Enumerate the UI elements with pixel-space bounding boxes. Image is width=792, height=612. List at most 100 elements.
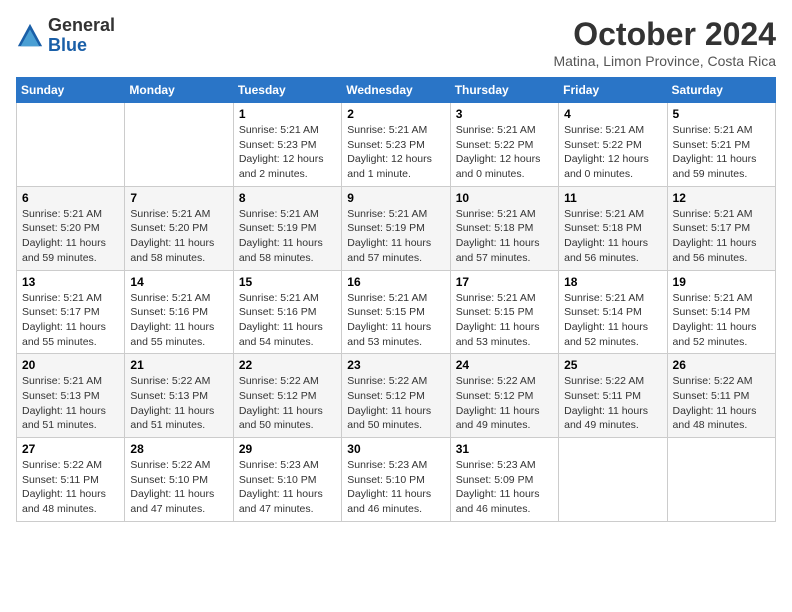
day-number: 20 [22, 358, 119, 372]
day-number: 17 [456, 275, 553, 289]
day-info: Sunrise: 5:22 AM Sunset: 5:12 PM Dayligh… [239, 374, 336, 433]
day-number: 6 [22, 191, 119, 205]
calendar-cell: 18 Sunrise: 5:21 AM Sunset: 5:14 PM Dayli… [559, 270, 667, 354]
day-number: 26 [673, 358, 770, 372]
location: Matina, Limon Province, Costa Rica [553, 53, 776, 69]
weekday-header: Monday [125, 78, 233, 103]
day-info: Sunrise: 5:21 AM Sunset: 5:22 PM Dayligh… [456, 123, 553, 182]
calendar-cell [559, 438, 667, 522]
calendar-cell [17, 103, 125, 187]
calendar-cell: 27Sunrise: 5:22 AM Sunset: 5:11 PM Dayli… [17, 438, 125, 522]
calendar-cell: 29 Sunrise: 5:23 AM Sunset: 5:10 PM Dayli… [233, 438, 341, 522]
day-number: 18 [564, 275, 661, 289]
calendar-cell: 12Sunrise: 5:21 AM Sunset: 5:17 PM Dayli… [667, 186, 775, 270]
day-info: Sunrise: 5:21 AM Sunset: 5:20 PM Dayligh… [22, 207, 119, 266]
weekday-header: Wednesday [342, 78, 450, 103]
day-info: Sunrise: 5:21 AM Sunset: 5:16 PM Dayligh… [239, 291, 336, 350]
calendar-cell: 17 Sunrise: 5:21 AM Sunset: 5:15 PM Dayli… [450, 270, 558, 354]
day-number: 28 [130, 442, 227, 456]
day-info: Sunrise: 5:21 AM Sunset: 5:15 PM Dayligh… [347, 291, 444, 350]
calendar-cell: 25 Sunrise: 5:22 AM Sunset: 5:11 PM Dayli… [559, 354, 667, 438]
calendar-cell [667, 438, 775, 522]
day-number: 21 [130, 358, 227, 372]
day-info: Sunrise: 5:21 AM Sunset: 5:21 PM Dayligh… [673, 123, 770, 182]
calendar-cell: 23Sunrise: 5:22 AM Sunset: 5:12 PM Dayli… [342, 354, 450, 438]
day-info: Sunrise: 5:21 AM Sunset: 5:23 PM Dayligh… [347, 123, 444, 182]
calendar-cell: 4 Sunrise: 5:21 AM Sunset: 5:22 PM Daylig… [559, 103, 667, 187]
calendar-cell: 26Sunrise: 5:22 AM Sunset: 5:11 PM Dayli… [667, 354, 775, 438]
day-info: Sunrise: 5:22 AM Sunset: 5:12 PM Dayligh… [456, 374, 553, 433]
calendar-cell: 20Sunrise: 5:21 AM Sunset: 5:13 PM Dayli… [17, 354, 125, 438]
calendar-cell: 14Sunrise: 5:21 AM Sunset: 5:16 PM Dayli… [125, 270, 233, 354]
calendar-cell: 21 Sunrise: 5:22 AM Sunset: 5:13 PM Dayli… [125, 354, 233, 438]
calendar-cell: 28Sunrise: 5:22 AM Sunset: 5:10 PM Dayli… [125, 438, 233, 522]
weekday-header: Saturday [667, 78, 775, 103]
day-number: 19 [673, 275, 770, 289]
day-info: Sunrise: 5:21 AM Sunset: 5:23 PM Dayligh… [239, 123, 336, 182]
weekday-header: Sunday [17, 78, 125, 103]
month-title: October 2024 [553, 16, 776, 53]
logo: General Blue [16, 16, 115, 56]
day-info: Sunrise: 5:21 AM Sunset: 5:17 PM Dayligh… [22, 291, 119, 350]
day-info: Sunrise: 5:21 AM Sunset: 5:18 PM Dayligh… [456, 207, 553, 266]
calendar-cell [125, 103, 233, 187]
day-info: Sunrise: 5:22 AM Sunset: 5:11 PM Dayligh… [22, 458, 119, 517]
day-number: 9 [347, 191, 444, 205]
day-number: 5 [673, 107, 770, 121]
day-number: 13 [22, 275, 119, 289]
calendar-cell: 7 Sunrise: 5:21 AM Sunset: 5:20 PM Daylig… [125, 186, 233, 270]
day-info: Sunrise: 5:23 AM Sunset: 5:10 PM Dayligh… [239, 458, 336, 517]
day-number: 31 [456, 442, 553, 456]
day-number: 15 [239, 275, 336, 289]
day-number: 14 [130, 275, 227, 289]
calendar-cell: 2 Sunrise: 5:21 AM Sunset: 5:23 PM Daylig… [342, 103, 450, 187]
calendar-cell: 22Sunrise: 5:22 AM Sunset: 5:12 PM Dayli… [233, 354, 341, 438]
calendar-week-row: 20Sunrise: 5:21 AM Sunset: 5:13 PM Dayli… [17, 354, 776, 438]
logo-text: General Blue [48, 16, 115, 56]
day-info: Sunrise: 5:22 AM Sunset: 5:11 PM Dayligh… [564, 374, 661, 433]
calendar-cell: 10Sunrise: 5:21 AM Sunset: 5:18 PM Dayli… [450, 186, 558, 270]
day-info: Sunrise: 5:21 AM Sunset: 5:20 PM Dayligh… [130, 207, 227, 266]
calendar-cell: 31 Sunrise: 5:23 AM Sunset: 5:09 PM Dayli… [450, 438, 558, 522]
weekday-header: Friday [559, 78, 667, 103]
day-number: 25 [564, 358, 661, 372]
day-number: 3 [456, 107, 553, 121]
page-header: General Blue October 2024 Matina, Limon … [16, 16, 776, 69]
day-info: Sunrise: 5:21 AM Sunset: 5:22 PM Dayligh… [564, 123, 661, 182]
logo-icon [16, 22, 44, 50]
weekday-header: Thursday [450, 78, 558, 103]
day-number: 30 [347, 442, 444, 456]
day-info: Sunrise: 5:22 AM Sunset: 5:13 PM Dayligh… [130, 374, 227, 433]
day-number: 2 [347, 107, 444, 121]
day-info: Sunrise: 5:21 AM Sunset: 5:18 PM Dayligh… [564, 207, 661, 266]
day-number: 8 [239, 191, 336, 205]
day-number: 1 [239, 107, 336, 121]
calendar-week-row: 6 Sunrise: 5:21 AM Sunset: 5:20 PM Daylig… [17, 186, 776, 270]
day-number: 7 [130, 191, 227, 205]
day-number: 24 [456, 358, 553, 372]
day-info: Sunrise: 5:23 AM Sunset: 5:09 PM Dayligh… [456, 458, 553, 517]
calendar-cell: 19 Sunrise: 5:21 AM Sunset: 5:14 PM Dayli… [667, 270, 775, 354]
day-info: Sunrise: 5:21 AM Sunset: 5:19 PM Dayligh… [347, 207, 444, 266]
day-info: Sunrise: 5:21 AM Sunset: 5:19 PM Dayligh… [239, 207, 336, 266]
day-info: Sunrise: 5:22 AM Sunset: 5:12 PM Dayligh… [347, 374, 444, 433]
calendar-cell: 30 Sunrise: 5:23 AM Sunset: 5:10 PM Dayli… [342, 438, 450, 522]
calendar-week-row: 1 Sunrise: 5:21 AM Sunset: 5:23 PM Daylig… [17, 103, 776, 187]
day-info: Sunrise: 5:21 AM Sunset: 5:14 PM Dayligh… [673, 291, 770, 350]
day-info: Sunrise: 5:21 AM Sunset: 5:15 PM Dayligh… [456, 291, 553, 350]
calendar-cell: 5 Sunrise: 5:21 AM Sunset: 5:21 PM Daylig… [667, 103, 775, 187]
day-number: 29 [239, 442, 336, 456]
calendar-week-row: 13 Sunrise: 5:21 AM Sunset: 5:17 PM Dayli… [17, 270, 776, 354]
calendar-cell: 16Sunrise: 5:21 AM Sunset: 5:15 PM Dayli… [342, 270, 450, 354]
weekday-header-row: SundayMondayTuesdayWednesdayThursdayFrid… [17, 78, 776, 103]
calendar-cell: 8 Sunrise: 5:21 AM Sunset: 5:19 PM Daylig… [233, 186, 341, 270]
weekday-header: Tuesday [233, 78, 341, 103]
calendar-cell: 6 Sunrise: 5:21 AM Sunset: 5:20 PM Daylig… [17, 186, 125, 270]
calendar-cell: 1 Sunrise: 5:21 AM Sunset: 5:23 PM Daylig… [233, 103, 341, 187]
day-number: 4 [564, 107, 661, 121]
calendar-week-row: 27Sunrise: 5:22 AM Sunset: 5:11 PM Dayli… [17, 438, 776, 522]
calendar-table: SundayMondayTuesdayWednesdayThursdayFrid… [16, 77, 776, 522]
day-info: Sunrise: 5:21 AM Sunset: 5:14 PM Dayligh… [564, 291, 661, 350]
calendar-cell: 3 Sunrise: 5:21 AM Sunset: 5:22 PM Daylig… [450, 103, 558, 187]
day-info: Sunrise: 5:23 AM Sunset: 5:10 PM Dayligh… [347, 458, 444, 517]
